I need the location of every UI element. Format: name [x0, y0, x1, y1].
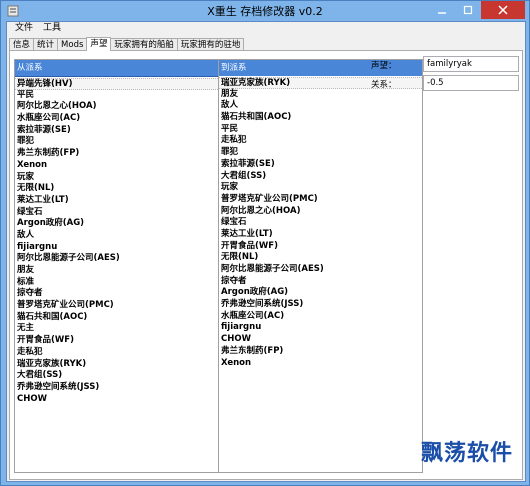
to-faction-list-item[interactable]: 朋友	[219, 89, 422, 101]
from-faction-list-item[interactable]: 乔弗逊空间系统(JSS)	[15, 382, 218, 394]
title-bar[interactable]: X重生 存档修改器 v0.2	[1, 1, 529, 21]
from-faction-list-item[interactable]: 敌人	[15, 230, 218, 242]
from-faction-list-item[interactable]: 无限(NL)	[15, 183, 218, 195]
to-faction-list-item[interactable]: 弗兰东制药(FP)	[219, 346, 422, 358]
from-faction-list-item[interactable]: 绿宝石	[15, 207, 218, 219]
from-faction-list-item[interactable]: 弗兰东制药(FP)	[15, 148, 218, 160]
to-faction-items: 瑞亚克家族(RYK) 朋友 敌人 猫石共和国(AOC) 平民 走私犯 罪犯 索拉菲源(SE) 大…	[219, 76, 422, 369]
reputation-panel: 从派系 异端先锋(HV) 平民 阿尔比恩之心(HOA) 水瓶座公司(AC) 索拉菲源(S…	[9, 50, 523, 480]
to-faction-list-item[interactable]: 平民	[219, 124, 422, 136]
maximize-icon	[463, 5, 473, 15]
to-faction-list-item[interactable]: 乔弗逊空间系统(JSS)	[219, 299, 422, 311]
to-faction-list-item[interactable]: fijiargnu	[219, 322, 422, 334]
from-faction-list-item[interactable]: 索拉菲源(SE)	[15, 125, 218, 137]
from-faction-list-item[interactable]: 朋友	[15, 265, 218, 277]
to-faction-list-item[interactable]: 水瓶座公司(AC)	[219, 311, 422, 323]
to-faction-list-item[interactable]: 玩家	[219, 182, 422, 194]
from-faction-list-item[interactable]: 平民	[15, 90, 218, 102]
from-faction-list-item[interactable]: 水瓶座公司(AC)	[15, 113, 218, 125]
relation-label: 关系：	[371, 80, 397, 90]
to-faction-list-item[interactable]: 莱达工业(LT)	[219, 229, 422, 241]
from-faction-list-item[interactable]: 阿尔比恩能源子公司(AES)	[15, 253, 218, 265]
client-area: 文件 工具 信息 统计 Mods 声望 玩家拥有的船舶 玩家拥有的驻地 从派系 …	[6, 21, 526, 482]
maximize-button[interactable]	[455, 1, 481, 19]
from-faction-list-item[interactable]: Xenon	[15, 160, 218, 172]
to-faction-list-item[interactable]: Argon政府(AG)	[219, 287, 422, 299]
window-title: X重生 存档修改器 v0.2	[207, 5, 323, 18]
to-faction-list[interactable]: 到派系 瑞亚克家族(RYK) 朋友 敌人 猫石共和国(AOC) 平民 走私犯 罪犯 索拉菲源(…	[218, 59, 423, 473]
to-faction-list-item[interactable]: 绿宝石	[219, 217, 422, 229]
to-faction-list-item[interactable]: Xenon	[219, 358, 422, 370]
from-faction-list-item[interactable]: 掠夺者	[15, 288, 218, 300]
to-faction-list-item[interactable]: 阿尔比恩能源子公司(AES)	[219, 264, 422, 276]
to-faction-list-item[interactable]: 大君组(SS)	[219, 171, 422, 183]
to-faction-list-item[interactable]: 罪犯	[219, 147, 422, 159]
from-faction-list-item[interactable]: 莱达工业(LT)	[15, 195, 218, 207]
to-faction-list-item[interactable]: 猫石共和国(AOC)	[219, 112, 422, 124]
from-faction-header[interactable]: 从派系	[15, 60, 218, 77]
from-faction-list-item[interactable]: 无主	[15, 323, 218, 335]
from-faction-list-item[interactable]: 玩家	[15, 172, 218, 184]
to-faction-list-item[interactable]: 索拉菲源(SE)	[219, 159, 422, 171]
to-faction-list-item[interactable]: 开胃食品(WF)	[219, 241, 422, 253]
menu-tools[interactable]: 工具	[38, 22, 66, 34]
minimize-button[interactable]	[429, 1, 455, 19]
from-faction-list-item[interactable]: 罪犯	[15, 136, 218, 148]
to-faction-list-item[interactable]: CHOW	[219, 334, 422, 346]
to-faction-list-item[interactable]: 掠夺者	[219, 276, 422, 288]
reputation-field[interactable]: familyryak	[423, 56, 519, 72]
from-faction-list-item[interactable]: 标准	[15, 277, 218, 289]
from-faction-items: 异端先锋(HV) 平民 阿尔比恩之心(HOA) 水瓶座公司(AC) 索拉菲源(SE) 罪犯…	[15, 77, 218, 405]
relation-field[interactable]: -0.5	[423, 75, 519, 91]
from-faction-list[interactable]: 从派系 异端先锋(HV) 平民 阿尔比恩之心(HOA) 水瓶座公司(AC) 索拉菲源(S…	[14, 59, 219, 473]
app-icon	[7, 5, 19, 17]
from-faction-list-item[interactable]: 普罗塔克矿业公司(PMC)	[15, 300, 218, 312]
app-window: X重生 存档修改器 v0.2 文件 工具 信息 统计 Mods 声望 玩家拥有的…	[0, 0, 530, 486]
watermark-logo: 飘荡软件	[420, 440, 513, 466]
from-faction-list-item[interactable]: 走私犯	[15, 347, 218, 359]
tab-strip: 信息 统计 Mods 声望 玩家拥有的船舶 玩家拥有的驻地	[9, 37, 245, 51]
close-button[interactable]	[481, 1, 525, 19]
from-faction-list-item[interactable]: 大君组(SS)	[15, 370, 218, 382]
close-icon	[498, 5, 508, 15]
menu-file[interactable]: 文件	[10, 22, 38, 34]
to-faction-list-item[interactable]: 敌人	[219, 100, 422, 112]
from-faction-list-item[interactable]: 阿尔比恩之心(HOA)	[15, 101, 218, 113]
from-faction-list-item[interactable]: fijiargnu	[15, 242, 218, 254]
from-faction-list-item[interactable]: 猫石共和国(AOC)	[15, 312, 218, 324]
from-faction-list-item[interactable]: 瑞亚克家族(RYK)	[15, 359, 218, 371]
from-faction-list-item[interactable]: Argon政府(AG)	[15, 218, 218, 230]
minimize-icon	[438, 12, 446, 14]
menu-bar: 文件 工具	[7, 22, 525, 34]
tab-reputation[interactable]: 声望	[86, 37, 112, 51]
to-faction-list-item[interactable]: 阿尔比恩之心(HOA)	[219, 206, 422, 218]
to-faction-list-item[interactable]: 普罗塔克矿业公司(PMC)	[219, 194, 422, 206]
from-faction-list-item[interactable]: CHOW	[15, 394, 218, 406]
to-faction-list-item[interactable]: 无限(NL)	[219, 252, 422, 264]
from-faction-list-item[interactable]: 异端先锋(HV)	[15, 78, 218, 90]
to-faction-list-item[interactable]: 走私犯	[219, 135, 422, 147]
reputation-label: 声望：	[371, 61, 397, 71]
from-faction-list-item[interactable]: 开胃食品(WF)	[15, 335, 218, 347]
